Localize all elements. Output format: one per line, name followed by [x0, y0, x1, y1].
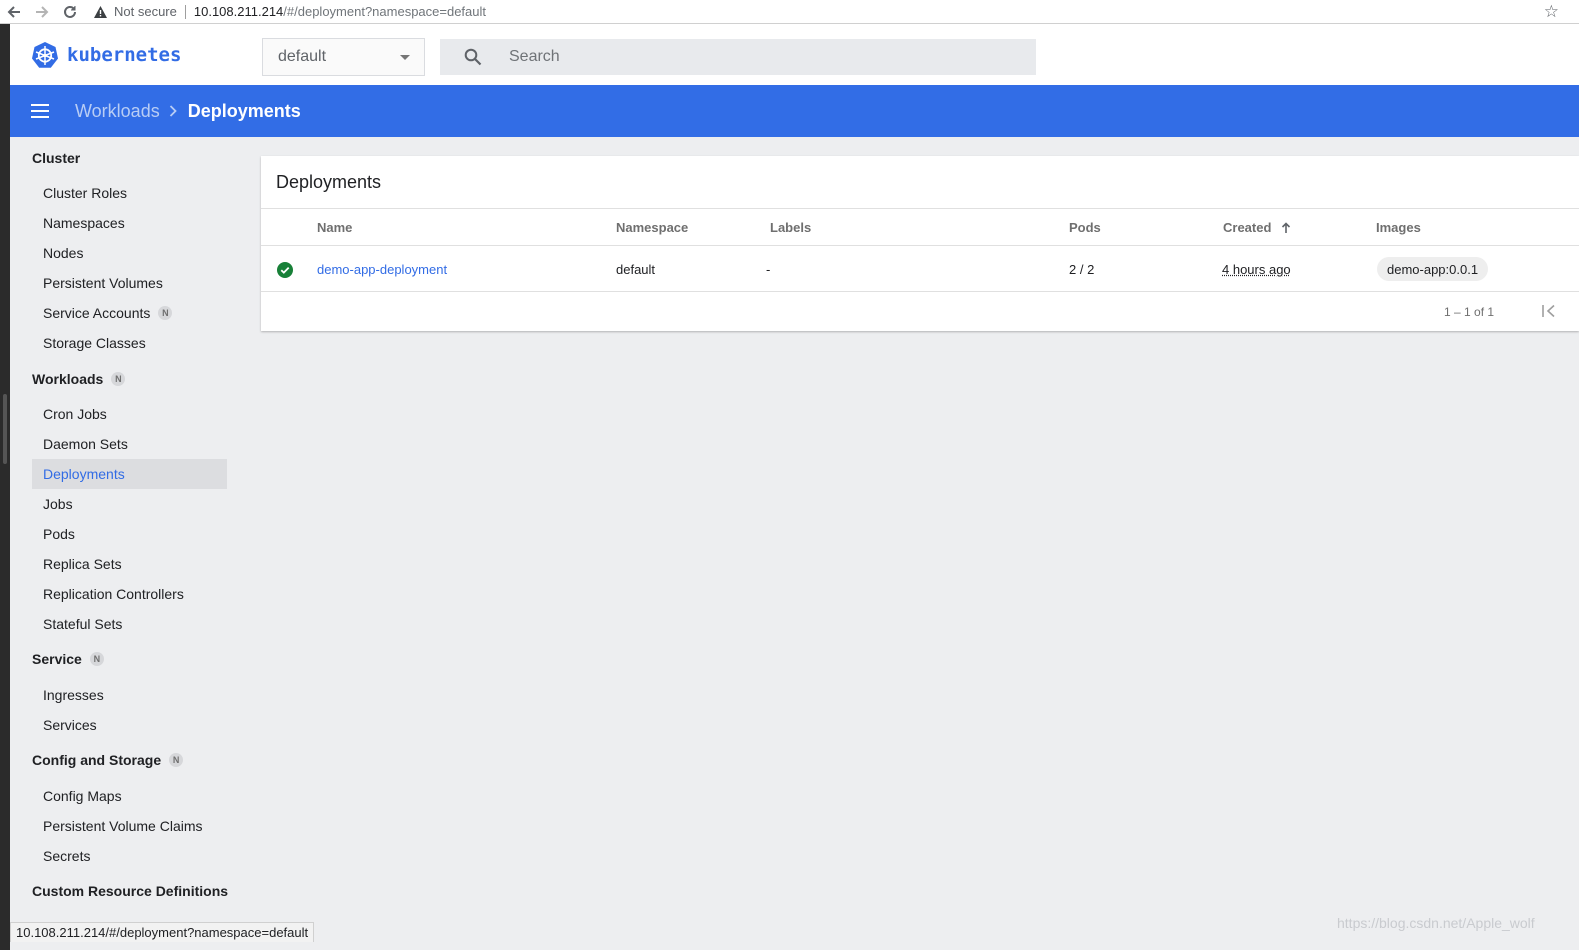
sidebar-item-service-accounts[interactable]: Service Accounts N: [32, 298, 227, 328]
arrow-right-icon: [36, 5, 49, 18]
pagination-range: 1 – 1 of 1: [1444, 305, 1495, 319]
status-bar-url: 10.108.211.214/#/deployment?namespace=de…: [10, 922, 315, 942]
logo-text: kubernetes: [67, 44, 182, 66]
deployment-pods: 2 / 2: [1069, 262, 1095, 277]
breadcrumb-deployments: Deployments: [187, 100, 301, 121]
url-path: /#/deployment?namespace=default: [283, 4, 487, 19]
column-header-created[interactable]: Created: [1223, 220, 1291, 235]
forward-button[interactable]: [28, 0, 56, 24]
deployment-namespace: default: [616, 262, 656, 277]
sidebar-item-services[interactable]: Services: [32, 710, 227, 740]
warning-icon[interactable]: [92, 4, 108, 20]
back-button[interactable]: [0, 0, 28, 24]
sidebar-item-cron-jobs[interactable]: Cron Jobs: [32, 399, 227, 429]
namespace-selector[interactable]: default: [262, 38, 425, 76]
sidebar-item-stateful-sets[interactable]: Stateful Sets: [32, 609, 227, 639]
arrow-left-icon: [7, 5, 20, 18]
sidebar-group-custom-resource-definitions[interactable]: Custom Resource Definitions: [32, 883, 228, 899]
sidebar-group-config-storage[interactable]: Config and Storage N: [32, 752, 184, 768]
breadcrumb-workloads[interactable]: Workloads: [75, 101, 160, 122]
hamburger-menu-icon[interactable]: [31, 104, 49, 118]
arrow-up-icon[interactable]: [1281, 221, 1291, 234]
sidebar-group-label: Workloads: [32, 371, 104, 387]
column-header-namespace[interactable]: Namespace: [616, 220, 688, 235]
divider: [261, 245, 1579, 246]
card-title: Deployments: [276, 172, 382, 192]
sidebar-item-pods[interactable]: Pods: [32, 519, 227, 549]
sidebar-group-cluster[interactable]: Cluster: [32, 150, 80, 166]
column-header-labels: Labels: [770, 220, 812, 235]
kubernetes-logo[interactable]: kubernetes: [31, 41, 181, 69]
reload-icon: [64, 5, 76, 18]
sidebar-item-cluster-roles[interactable]: Cluster Roles: [32, 178, 227, 208]
sidebar-group-label: Cluster: [32, 150, 81, 166]
column-header-label: Created: [1223, 220, 1272, 235]
sidebar-item-nodes[interactable]: Nodes: [32, 238, 227, 268]
column-header-name[interactable]: Name: [317, 220, 352, 235]
search-icon: [462, 46, 484, 68]
sidebar-group-workloads[interactable]: Workloads N: [32, 371, 126, 387]
kubernetes-wheel-icon: [32, 42, 58, 68]
address-bar[interactable]: 10.108.211.214/#/deployment?namespace=de…: [194, 4, 486, 19]
reload-button[interactable]: [56, 0, 84, 24]
breadcrumb-bar: Workloads Deployments: [10, 85, 1579, 137]
sidebar-item-config-maps[interactable]: Config Maps: [32, 781, 227, 811]
watermark: https://blog.csdn.net/Apple_wolf: [1337, 915, 1535, 931]
sidebar-item-replica-sets[interactable]: Replica Sets: [32, 549, 227, 579]
desktop-edge: [0, 24, 10, 950]
deployments-card: Deployments Name Namespace Labels Pods C…: [261, 156, 1579, 331]
column-header-images: Images: [1376, 220, 1421, 235]
sidebar: Cluster Cluster Roles Namespaces Nodes P…: [10, 137, 242, 950]
sidebar-item-jobs[interactable]: Jobs: [32, 489, 227, 519]
security-status[interactable]: Not secure: [114, 4, 186, 19]
namespaced-badge: N: [111, 372, 126, 386]
sidebar-item-ingresses[interactable]: Ingresses: [32, 680, 227, 710]
sidebar-item-persistent-volumes[interactable]: Persistent Volumes: [32, 268, 227, 298]
divider: [261, 291, 1579, 292]
namespaced-badge: N: [89, 652, 104, 666]
image-chip: demo-app:0.0.1: [1377, 257, 1489, 281]
sidebar-item-namespaces[interactable]: Namespaces: [32, 208, 227, 238]
check-circle-icon: [277, 262, 293, 278]
caret-down-icon: [400, 55, 410, 60]
namespace-value: default: [278, 48, 327, 65]
sidebar-item-storage-classes[interactable]: Storage Classes: [32, 328, 227, 358]
deployment-labels: -: [766, 262, 771, 277]
deployment-created[interactable]: 4 hours ago: [1222, 262, 1291, 277]
sidebar-item-label: Service Accounts: [43, 305, 151, 321]
sidebar-group-service[interactable]: Service N: [32, 651, 104, 667]
browser-toolbar: Not secure 10.108.211.214/#/deployment?n…: [0, 0, 1579, 24]
chevron-right-icon: [169, 104, 179, 118]
sidebar-item-deployments[interactable]: Deployments: [32, 459, 227, 489]
url-host: 10.108.211.214: [193, 4, 284, 19]
bookmark-star-icon[interactable]: ☆: [1544, 2, 1559, 22]
deployment-name-link[interactable]: demo-app-deployment: [317, 262, 447, 277]
search-input[interactable]: [509, 48, 1009, 66]
namespaced-badge: N: [158, 306, 173, 320]
namespaced-badge: N: [169, 753, 184, 767]
search-bar[interactable]: [440, 39, 1036, 75]
sidebar-item-secrets[interactable]: Secrets: [32, 841, 227, 871]
sidebar-item-replication-controllers[interactable]: Replication Controllers: [32, 579, 227, 609]
sidebar-group-label: Service: [32, 651, 82, 667]
column-header-pods: Pods: [1069, 220, 1101, 235]
first-page-icon[interactable]: [1541, 304, 1557, 318]
sidebar-item-daemon-sets[interactable]: Daemon Sets: [32, 429, 227, 459]
dashboard-app: kubernetes default Workloads Deployments…: [10, 24, 1579, 950]
sidebar-group-label: Config and Storage: [32, 752, 162, 768]
sidebar-item-persistent-volume-claims[interactable]: Persistent Volume Claims: [32, 811, 227, 841]
sidebar-group-label: Custom Resource Definitions: [32, 883, 229, 899]
divider: [261, 208, 1579, 209]
top-bar: kubernetes default: [10, 24, 1579, 85]
